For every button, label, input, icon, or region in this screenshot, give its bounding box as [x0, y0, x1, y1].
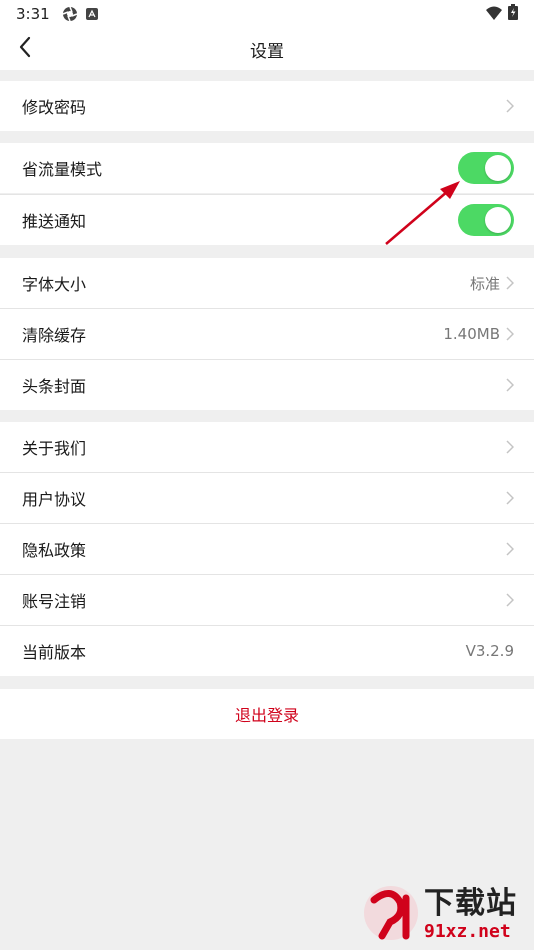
account-cancel-label: 账号注销 — [22, 592, 87, 611]
chevron-right-icon — [506, 378, 514, 392]
chevron-right-icon — [506, 440, 514, 454]
push-notification-label: 推送通知 — [22, 212, 87, 231]
current-version-label: 当前版本 — [22, 643, 87, 662]
chevron-right-icon — [506, 99, 514, 113]
app-notification-icon — [86, 8, 98, 20]
battery-icon — [508, 4, 518, 24]
toggle-knob — [485, 155, 511, 181]
annotation-arrow — [385, 181, 460, 245]
chevron-right-icon — [506, 327, 514, 341]
headline-cover-item[interactable]: 头条封面 — [0, 360, 534, 410]
cache-size-value: 1.40MB — [443, 325, 500, 343]
chevron-right-icon — [506, 593, 514, 607]
status-bar: 3:31 — [0, 0, 534, 28]
user-agreement-label: 用户协议 — [22, 490, 87, 509]
watermark-logo-icon — [360, 882, 422, 948]
back-button[interactable] — [12, 36, 38, 62]
chevron-right-icon — [506, 491, 514, 505]
user-agreement-item[interactable]: 用户协议 — [0, 473, 534, 523]
headline-cover-label: 头条封面 — [22, 377, 87, 396]
chevron-right-icon — [506, 542, 514, 556]
about-us-label: 关于我们 — [22, 439, 87, 458]
version-value: V3.2.9 — [465, 642, 514, 660]
privacy-policy-item[interactable]: 隐私政策 — [0, 524, 534, 574]
aperture-icon — [62, 6, 78, 22]
data-saver-label: 省流量模式 — [22, 160, 103, 179]
font-size-label: 字体大小 — [22, 275, 87, 294]
status-time: 3:31 — [16, 5, 50, 23]
toggle-knob — [485, 207, 511, 233]
page-title: 设置 — [250, 41, 284, 62]
chevron-right-icon — [506, 276, 514, 290]
font-size-value: 标准 — [469, 274, 500, 293]
back-arrow-icon — [18, 36, 32, 62]
font-size-item[interactable]: 字体大小 标准 — [0, 258, 534, 308]
wifi-icon — [486, 5, 502, 24]
app-bar: 设置 — [0, 28, 534, 70]
change-password-label: 修改密码 — [22, 98, 87, 117]
change-password-item[interactable]: 修改密码 — [0, 81, 534, 131]
clear-cache-item[interactable]: 清除缓存 1.40MB — [0, 309, 534, 359]
watermark-url: 91xz.net — [424, 921, 511, 942]
privacy-policy-label: 隐私政策 — [22, 541, 87, 560]
watermark-brand: 下载站 — [424, 886, 517, 921]
watermark: 下载站 91xz.net — [360, 880, 534, 950]
logout-label: 退出登录 — [234, 706, 299, 725]
logout-button[interactable]: 退出登录 — [0, 689, 534, 739]
about-us-item[interactable]: 关于我们 — [0, 422, 534, 472]
current-version-item: 当前版本 V3.2.9 — [0, 626, 534, 676]
account-cancel-item[interactable]: 账号注销 — [0, 575, 534, 625]
clear-cache-label: 清除缓存 — [22, 326, 87, 345]
